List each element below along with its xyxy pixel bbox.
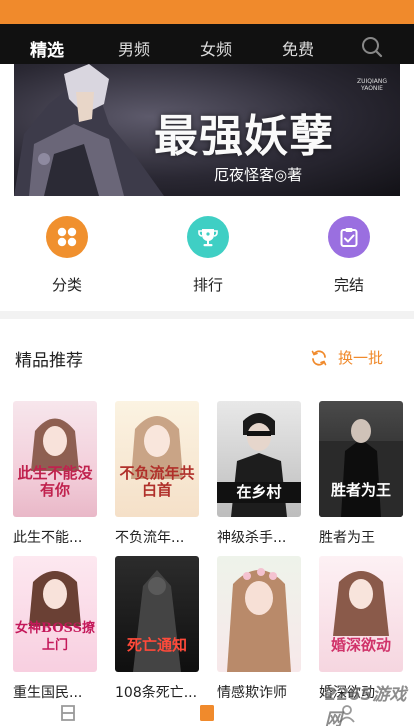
featured-banner[interactable]: ZUIQIANG YAONIE 最强妖孽 厄夜怪客◎著 [14,64,400,196]
book-card[interactable]: 死亡通知 108条死亡... [115,556,199,702]
status-bar [0,0,414,24]
banner-title: 最强妖孽 [154,111,334,162]
tab-male[interactable]: 男频 [118,36,150,60]
shortcut-ranking[interactable]: 排行 [173,216,243,295]
tab-female[interactable]: 女频 [200,36,232,60]
trophy-icon [187,216,229,258]
book-card[interactable]: 在乡村 神级杀手... [217,401,301,547]
book-cover: 此生不能没有你 [13,401,97,517]
book-cover-text: 胜者为王 [330,481,391,499]
book-cover: 女神BOSS撩上门 [13,556,97,672]
book-cover: 死亡通知 [115,556,199,672]
book-cover-text: 婚深欲动 [330,636,391,654]
refresh-button[interactable]: 换一批 [310,347,383,368]
book-title: 重生国民... [13,685,83,701]
tab-free[interactable]: 免费 [282,36,314,60]
book-cover-text: 女神BOSS撩上门 [14,621,96,653]
book-title: 此生不能... [13,530,83,546]
book-cover-text: 死亡通知 [126,636,187,654]
top-nav: 精选 男频 女频 免费 [0,24,414,67]
refresh-label: 换一批 [338,349,384,367]
shortcut-ranking-label: 排行 [192,276,223,294]
clipboard-check-icon [328,216,370,258]
book-card[interactable]: 女神BOSS撩上门 重生国民... [13,556,97,702]
book-cover: 在乡村 [217,401,301,517]
shortcut-completed[interactable]: 完结 [314,216,384,295]
book-cover-text: 此生不能没有你 [17,464,93,499]
banner-pinyin: ZUIQIANG YAONIE [356,78,387,92]
book-title: 神级杀手... [217,530,287,546]
book-cover: 不负流年共白首 [115,401,199,517]
banner-author: 厄夜怪客◎著 [214,166,303,184]
book-card[interactable]: 不负流年共白首 不负流年... [115,401,199,547]
book-title: 108条死亡... [115,685,198,701]
book-card[interactable]: 胜者为王 胜者为王 [319,401,403,547]
banner-character-image [14,64,164,196]
bookstore-icon[interactable] [197,703,217,723]
bookshelf-icon[interactable] [58,703,78,723]
tab-featured[interactable]: 精选 [30,36,64,67]
book-cover: 胜者为王 [319,401,403,517]
section-divider [0,311,414,319]
site-watermark: 2265游戏网 [325,685,407,726]
book-card[interactable]: 情感欺诈师 [217,556,301,702]
book-title: 情感欺诈师 [217,685,287,701]
shortcut-category[interactable]: 分类 [32,216,102,295]
grid-icon [46,216,88,258]
section-title: 精品推荐 [15,351,83,371]
shortcut-category-label: 分类 [51,276,82,294]
shortcut-row: 分类 排行 完结 [0,198,414,310]
book-cover [217,556,301,672]
refresh-icon [311,349,327,366]
search-icon[interactable] [361,36,383,58]
book-cover: 婚深欲动 [319,556,403,672]
book-cover-text: 在乡村 [217,482,301,503]
book-title: 不负流年... [115,530,185,546]
book-title: 胜者为王 [319,530,375,546]
book-card[interactable]: 此生不能没有你 此生不能... [13,401,97,547]
shortcut-completed-label: 完结 [333,276,364,294]
book-cover-text: 不负流年共白首 [119,464,195,499]
